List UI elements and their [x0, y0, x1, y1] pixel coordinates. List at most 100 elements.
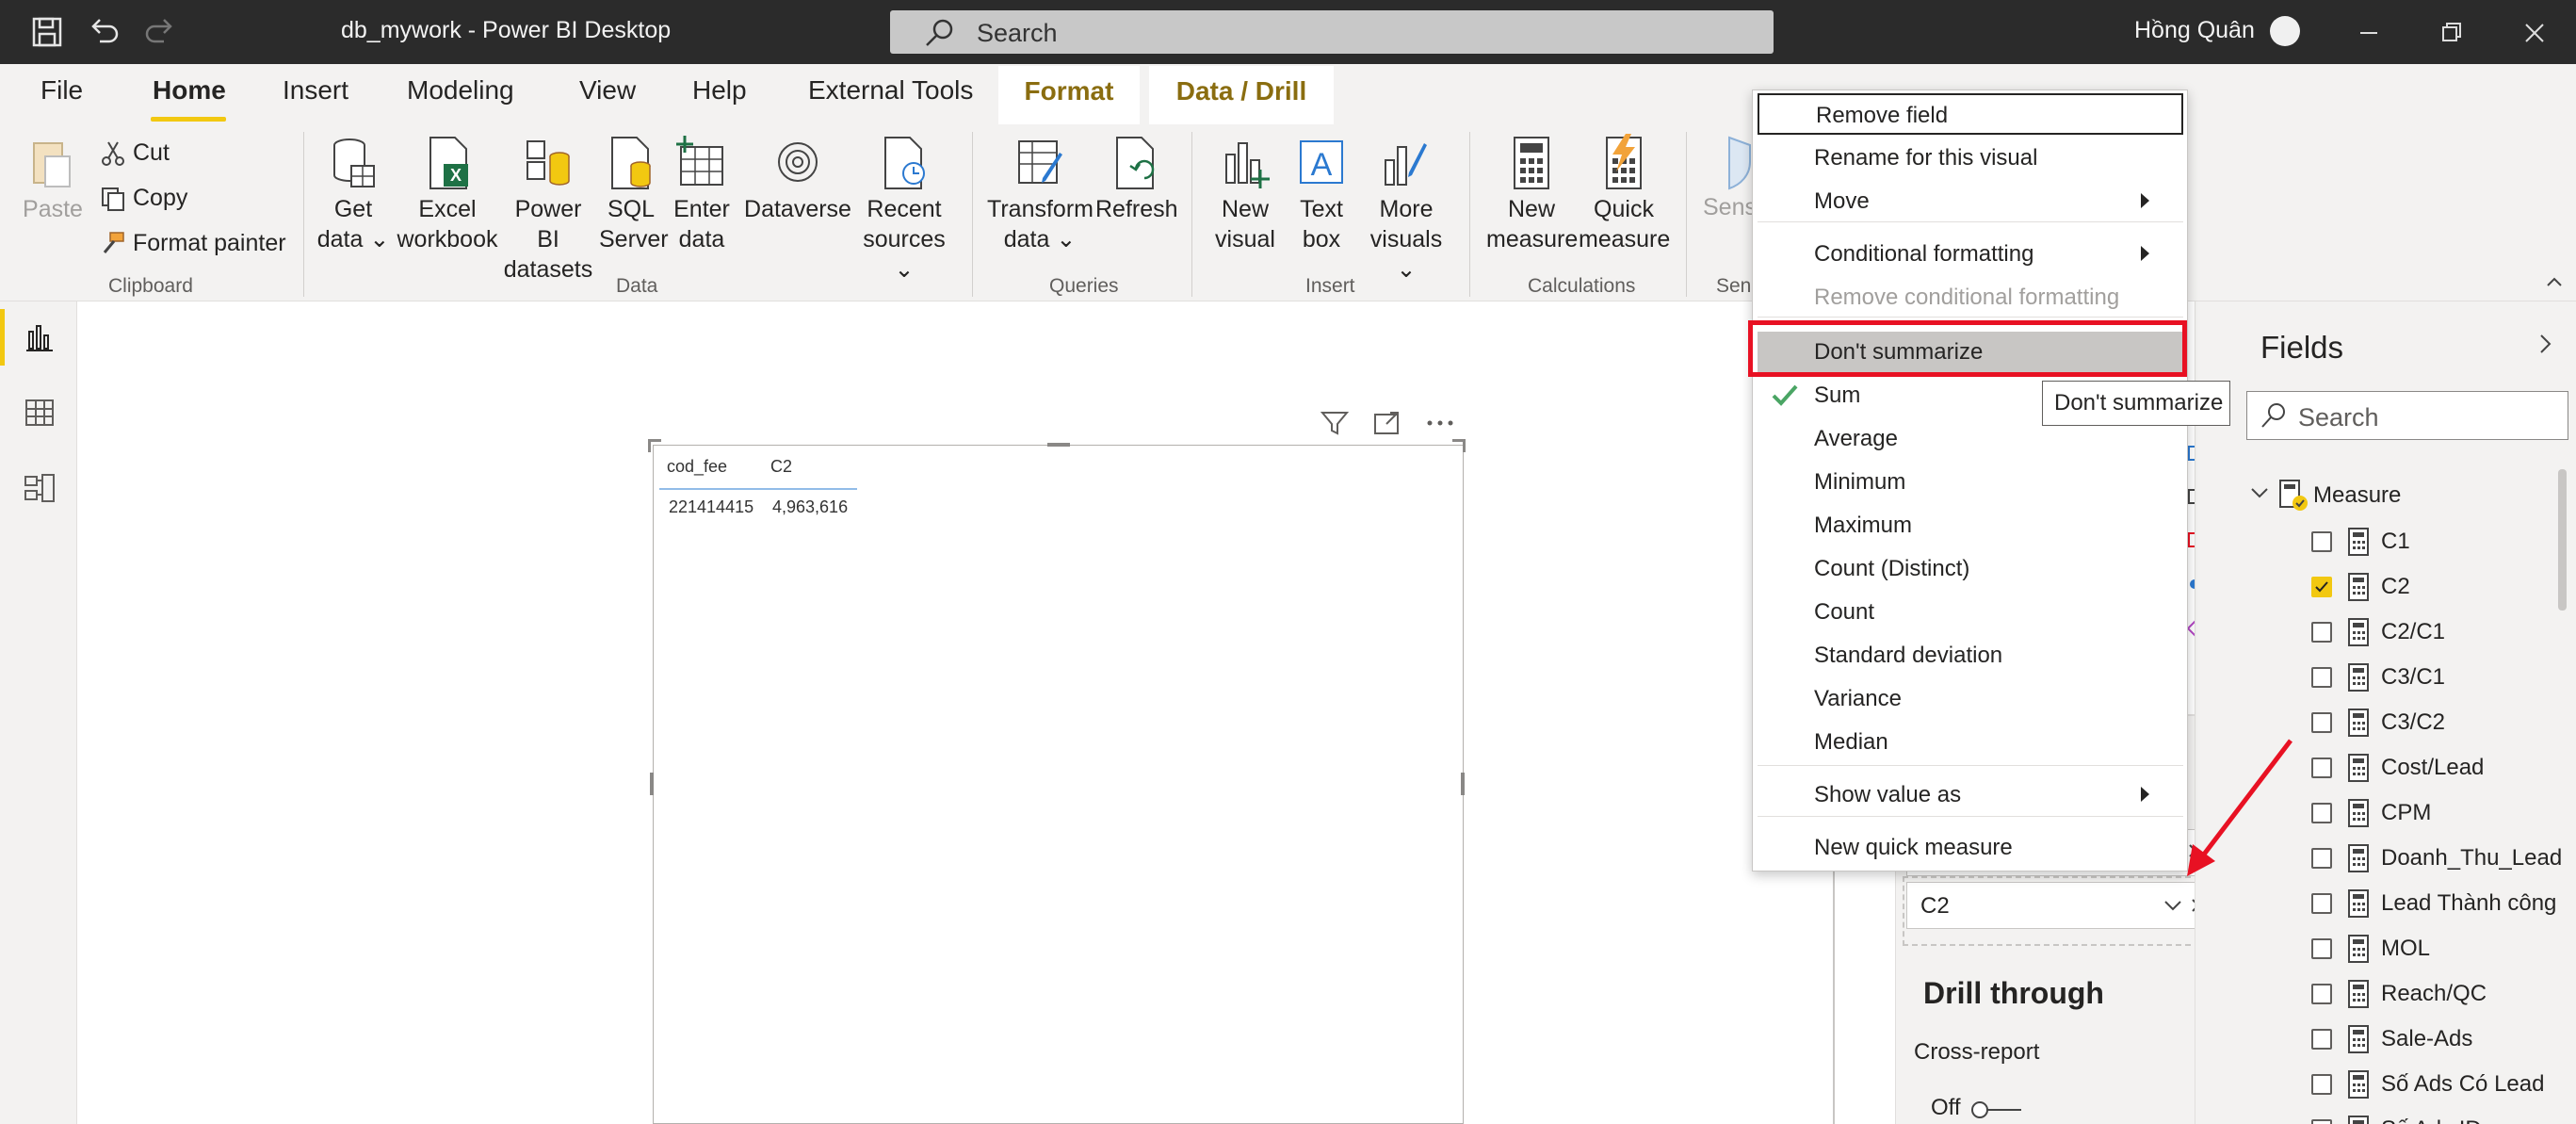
data-view-icon[interactable] [23, 396, 57, 430]
table-header-c2[interactable]: C2 [770, 457, 792, 477]
menu-item[interactable]: Remove conditional formatting [1758, 277, 2183, 318]
field-checkbox[interactable] [2311, 1074, 2332, 1095]
table-visual[interactable] [653, 445, 1464, 1124]
excel-workbook-button[interactable]: X Excel workbook [396, 134, 499, 254]
resize-handle[interactable] [650, 773, 654, 795]
sql-label-2: Server [599, 226, 669, 252]
transform-label-2: data [1003, 226, 1050, 252]
save-icon[interactable] [28, 13, 66, 51]
field-item[interactable]: MOL [2260, 930, 2571, 968]
field-checkbox[interactable] [2311, 938, 2332, 959]
enter-data-button[interactable]: Enter data [671, 134, 733, 254]
copy-button[interactable]: Copy [99, 185, 187, 219]
menu-item[interactable]: Maximum [1758, 505, 2183, 546]
cross-report-toggle[interactable] [1970, 1100, 2025, 1119]
refresh-button[interactable]: Refresh [1095, 134, 1178, 224]
menu-item[interactable]: New quick measure [1758, 827, 2183, 869]
format-painter-button[interactable]: Format painter [99, 230, 286, 264]
search-box[interactable]: Search [890, 10, 1774, 54]
field-item[interactable]: C3/C1 [2260, 659, 2571, 696]
quick-measure-button[interactable]: Quick measure [1579, 134, 1670, 254]
field-checkbox[interactable] [2311, 531, 2332, 552]
menu-item[interactable]: Variance [1758, 678, 2183, 720]
field-item[interactable]: Số Ads ID [2260, 1111, 2571, 1124]
more-options-icon[interactable] [1424, 407, 1456, 439]
recent-sources-button[interactable]: Recent sources ⌄ [852, 134, 956, 285]
menu-item[interactable]: Show value as [1758, 774, 2183, 816]
resize-handle[interactable] [1047, 443, 1070, 447]
menu-item[interactable]: Count [1758, 592, 2183, 633]
resize-handle[interactable] [1452, 439, 1466, 452]
field-checkbox[interactable] [2311, 667, 2332, 688]
transform-data-button[interactable]: Transform data ⌄ [987, 134, 1094, 254]
tab-file[interactable]: File [41, 75, 83, 106]
cut-button[interactable]: Cut [99, 139, 170, 173]
new-measure-button[interactable]: New measure [1486, 134, 1578, 254]
field-checkbox[interactable] [2311, 984, 2332, 1004]
tab-insert[interactable]: Insert [283, 75, 348, 106]
field-item[interactable]: Số Ads Có Lead [2260, 1066, 2571, 1103]
tab-home[interactable]: Home [153, 75, 226, 106]
sql-label-1: SQL [607, 196, 656, 222]
dataverse-button[interactable]: Dataverse [744, 134, 851, 224]
field-checkbox[interactable] [2311, 893, 2332, 914]
field-checkbox[interactable] [2311, 1029, 2332, 1050]
menu-item[interactable]: Rename for this visual [1758, 138, 2183, 179]
database-icon [333, 138, 375, 187]
field-item[interactable]: Sale-Ads [2260, 1020, 2571, 1058]
tab-format[interactable]: Format [998, 66, 1140, 124]
collapse-ribbon-icon[interactable] [2543, 271, 2566, 294]
chevron-down-icon[interactable] [2249, 482, 2270, 503]
menu-item[interactable]: Median [1758, 722, 2183, 763]
field-item[interactable]: C2/C1 [2260, 613, 2571, 651]
field-checkbox[interactable] [2311, 577, 2332, 597]
new-visual-button[interactable]: New visual [1207, 134, 1283, 254]
field-checkbox[interactable] [2311, 1119, 2332, 1124]
menu-item[interactable]: Remove field [1758, 93, 2183, 135]
power-bi-datasets-button[interactable]: Power BI datasets [501, 134, 595, 285]
avatar[interactable] [2270, 16, 2300, 46]
menu-item[interactable]: Conditional formatting [1758, 234, 2183, 275]
minimize-icon[interactable] [2353, 17, 2385, 49]
field-item[interactable]: C2 [2260, 568, 2571, 606]
tab-help[interactable]: Help [692, 75, 747, 106]
field-item[interactable]: Lead Thành công [2260, 885, 2571, 922]
text-box-button[interactable]: A Text box [1287, 134, 1356, 254]
undo-icon[interactable] [85, 13, 122, 51]
field-checkbox[interactable] [2311, 622, 2332, 643]
field-item[interactable]: C1 [2260, 523, 2571, 561]
tab-data-drill[interactable]: Data / Drill [1149, 66, 1334, 124]
get-data-button[interactable]: Get data ⌄ [316, 134, 391, 254]
fields-search-input[interactable]: Search [2246, 391, 2568, 440]
chevron-right-icon[interactable] [2534, 330, 2558, 358]
submenu-arrow-icon [2141, 193, 2149, 208]
report-view-icon[interactable] [23, 320, 57, 354]
chevron-down-icon[interactable] [2162, 895, 2184, 916]
tab-external-tools[interactable]: External Tools [808, 75, 973, 106]
menu-item[interactable]: Minimum [1758, 462, 2183, 503]
tab-view[interactable]: View [579, 75, 636, 106]
menu-item[interactable]: Standard deviation [1758, 635, 2183, 676]
tab-modeling[interactable]: Modeling [407, 75, 514, 106]
more-visuals-button[interactable]: More visuals ⌄ [1358, 134, 1454, 285]
field-item[interactable]: Reach/QC [2260, 975, 2571, 1013]
resize-handle[interactable] [648, 439, 661, 452]
model-view-icon[interactable] [23, 471, 57, 505]
filter-icon[interactable] [1319, 407, 1351, 439]
resize-handle[interactable] [1461, 773, 1465, 795]
measure-table-name[interactable]: Measure [2313, 482, 2401, 509]
text-box-label-1: Text [1300, 196, 1343, 222]
paste-button[interactable]: Paste [19, 134, 87, 224]
sensitivity-button[interactable]: Sens [1703, 134, 1757, 222]
focus-mode-icon[interactable] [1371, 407, 1403, 439]
field-well-c2[interactable]: C2 [1906, 882, 2215, 929]
table-header-cod-fee[interactable]: cod_fee [667, 457, 727, 477]
group-separator [1191, 132, 1192, 297]
user-name[interactable]: Hồng Quân [2134, 17, 2255, 44]
menu-item[interactable]: Move [1758, 181, 2183, 222]
redo-icon[interactable] [141, 13, 179, 51]
menu-item[interactable]: Count (Distinct) [1758, 548, 2183, 590]
close-icon[interactable] [2519, 17, 2551, 49]
sql-server-button[interactable]: SQL Server [599, 134, 669, 254]
restore-icon[interactable] [2436, 17, 2468, 49]
